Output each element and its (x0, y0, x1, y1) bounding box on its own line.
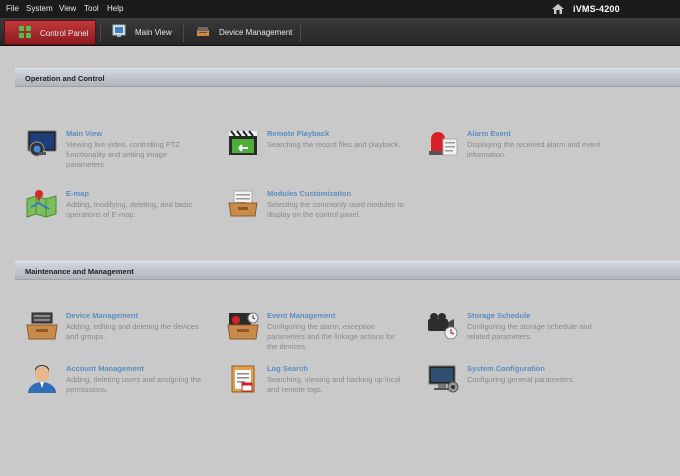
section-operation-and-control: Operation and Control (15, 68, 680, 87)
module-title: System Configuration (467, 364, 545, 373)
module-title: Log Search (267, 364, 308, 373)
module-description: Searching the record files and playback. (267, 140, 401, 149)
module-description: Adding, deleting users and assigning the… (66, 375, 202, 394)
module-log-search[interactable]: Log Search Searching, viewing and backin… (226, 364, 416, 409)
tab-main-view[interactable]: Main View (104, 20, 182, 45)
device-management-icon (26, 312, 58, 340)
section-maintenance-and-management: Maintenance and Management (15, 261, 680, 280)
module-description: Adding, editing and deleting the devices… (66, 322, 199, 341)
module-title: Event Management (267, 311, 336, 320)
tab-control-panel[interactable]: Control Panel (4, 20, 96, 45)
remote-playback-icon (229, 130, 257, 155)
module-description: Searching, viewing and backing up local … (267, 375, 401, 394)
tab-label: Control Panel (40, 29, 89, 38)
module-title: Account Management (66, 364, 144, 373)
module-description: Adding, modifying, deleting, and basic o… (66, 200, 193, 219)
module-description: Displaying the received alarm and event … (467, 140, 601, 159)
module-description: Configuring the alarm, exception paramet… (267, 322, 395, 351)
module-title: Remote Playback (267, 129, 330, 138)
module-title: Device Management (66, 311, 139, 320)
menu-bar: File System View Tool Help iVMS-4200 (0, 0, 680, 18)
menu-view[interactable]: View (59, 4, 76, 13)
hikvision-logo-icon (552, 4, 564, 14)
module-system-configuration[interactable]: System Configuration Configuring general… (426, 364, 616, 409)
alarm-event-icon (429, 132, 458, 156)
module-main-view[interactable]: Main View Viewing live video, controllin… (25, 129, 215, 174)
tab-divider (100, 24, 101, 42)
module-event-management[interactable]: Event Management Configuring the alarm, … (226, 311, 416, 356)
menu-help[interactable]: Help (107, 4, 123, 13)
tab-divider (183, 24, 184, 42)
tab-label: Main View (135, 28, 172, 37)
section-title: Maintenance and Management (25, 267, 134, 276)
storage-schedule-icon (428, 313, 458, 340)
module-title: Main View (66, 129, 103, 138)
module-remote-playback[interactable]: Remote Playback Searching the record fil… (226, 129, 416, 174)
module-device-management[interactable]: Device Management Adding, editing and de… (25, 311, 215, 356)
module-title: Alarm Event (467, 129, 511, 138)
e-map-icon (26, 190, 57, 218)
tab-device-management[interactable]: Device Management (186, 20, 298, 45)
log-search-icon (231, 365, 255, 393)
module-description: Configuring general parameters. (467, 375, 575, 384)
module-alarm-event[interactable]: Alarm Event Displaying the received alar… (426, 129, 616, 174)
module-title: Modules Customization (267, 189, 352, 198)
grid-icon (19, 26, 31, 38)
tab-divider (300, 24, 301, 42)
app-title: iVMS-4200 (573, 4, 620, 14)
module-description: Viewing live video, controlling PTZ func… (66, 140, 181, 169)
event-management-icon (227, 312, 259, 340)
module-description: Selecting the commonly used modules to d… (267, 200, 404, 219)
account-management-icon (28, 365, 56, 393)
module-description: Configuring the storage schedule and rel… (467, 322, 592, 341)
device-icon (197, 27, 209, 36)
tab-label: Device Management (219, 28, 293, 37)
module-title: Storage Schedule (467, 311, 531, 320)
main-view-icon (27, 130, 57, 157)
module-modules-customization[interactable]: Modules Customization Selecting the comm… (226, 189, 416, 234)
module-e-map[interactable]: E-map Adding, modifying, deleting, and b… (25, 189, 215, 234)
module-storage-schedule[interactable]: Storage Schedule Configuring the storage… (426, 311, 616, 356)
tab-bar: Control Panel Main View Device Managemen… (0, 18, 680, 46)
monitor-icon (112, 24, 126, 37)
system-configuration-icon (428, 365, 459, 393)
module-title: E-map (66, 189, 89, 198)
module-account-management[interactable]: Account Management Adding, deleting user… (25, 364, 215, 409)
section-title: Operation and Control (25, 74, 105, 83)
menu-file[interactable]: File (6, 4, 19, 13)
menu-system[interactable]: System (26, 4, 53, 13)
menu-tool[interactable]: Tool (84, 4, 99, 13)
modules-customization-icon (228, 190, 258, 217)
